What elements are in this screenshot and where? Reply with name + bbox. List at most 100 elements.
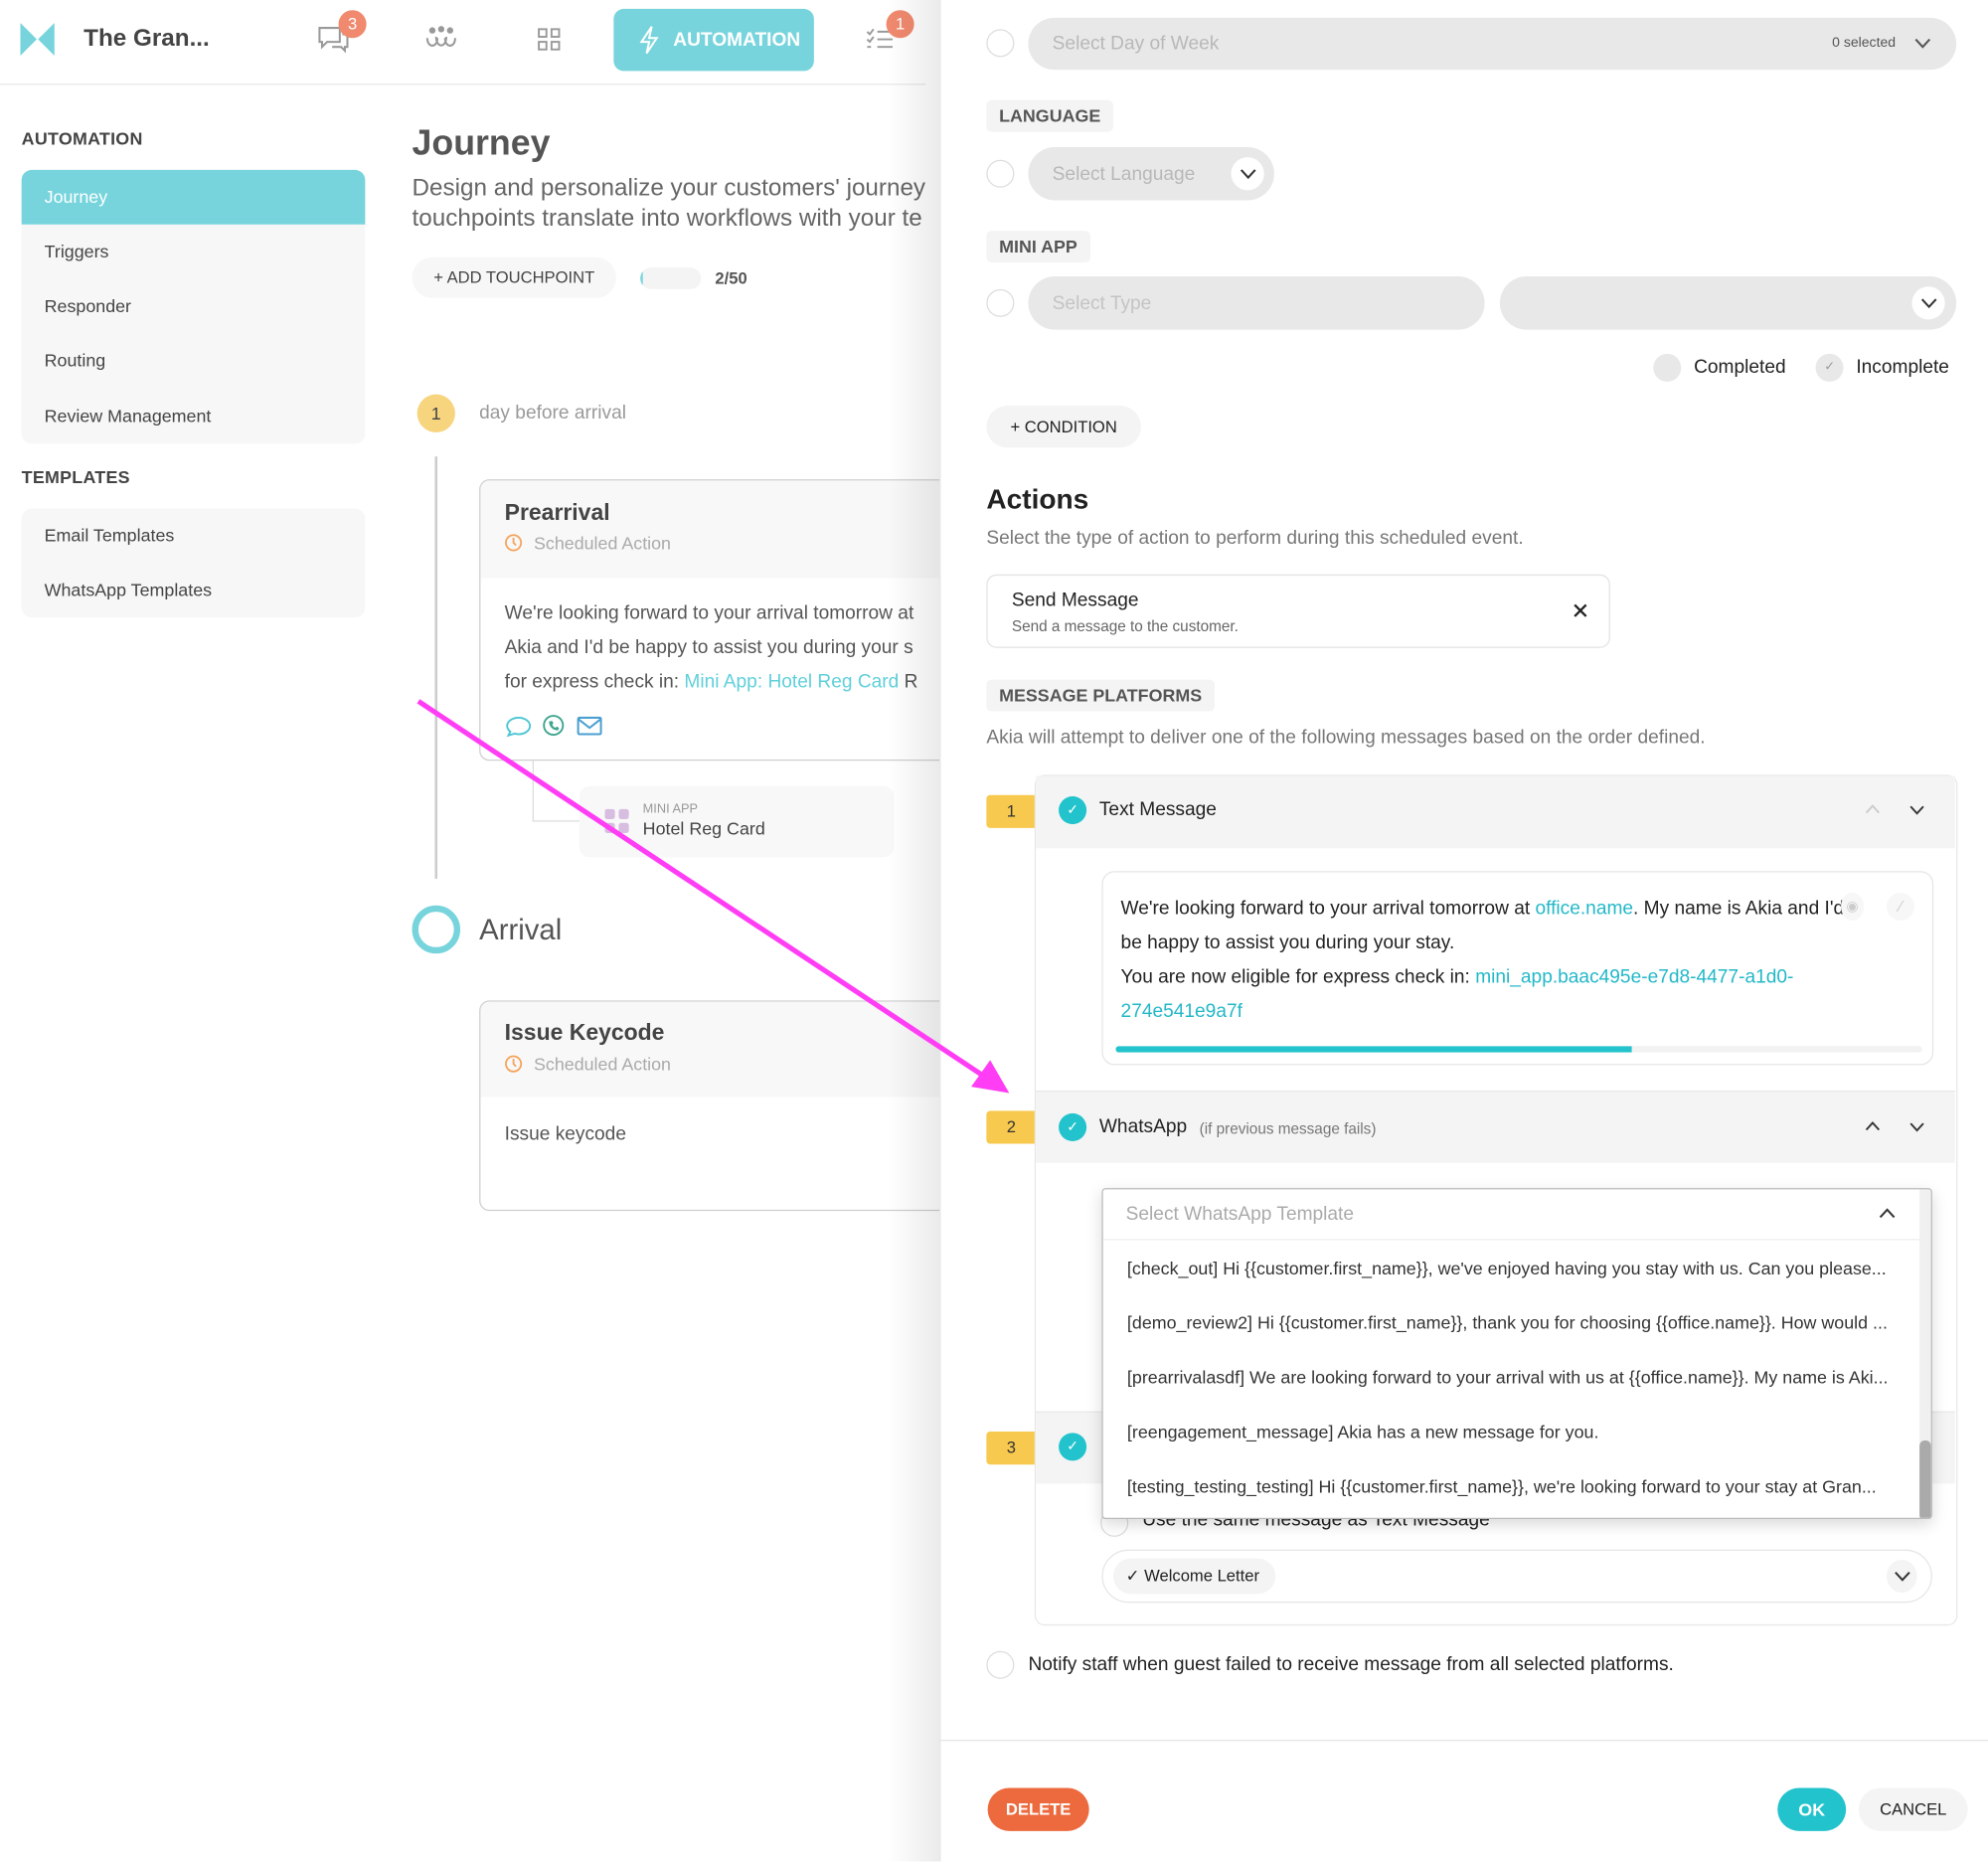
notify-staff-label: Notify staff when guest failed to receiv… bbox=[1028, 1653, 1674, 1675]
delete-button[interactable]: DELETE bbox=[987, 1787, 1089, 1831]
mini-app-name: Hotel Reg Card bbox=[642, 817, 765, 839]
step-label: day before arrival bbox=[479, 402, 626, 424]
dropdown-scrollbar[interactable] bbox=[1919, 1189, 1931, 1518]
day-of-week-checkbox[interactable] bbox=[986, 29, 1015, 58]
actions-subtitle: Select the type of action to perform dur… bbox=[986, 527, 1524, 550]
template-option[interactable]: [demo_review2] Hi {{customer.first_name}… bbox=[1127, 1312, 1888, 1332]
mini-app-link[interactable]: Mini App: Hotel Reg Card bbox=[684, 671, 899, 693]
cancel-button[interactable]: CANCEL bbox=[1858, 1787, 1968, 1831]
notify-staff-checkbox[interactable] bbox=[986, 1650, 1015, 1679]
automation-nav-button[interactable]: AUTOMATION bbox=[613, 8, 814, 72]
page-description-line1: Design and personalize your customers' j… bbox=[412, 175, 926, 202]
clock-icon bbox=[505, 534, 523, 552]
send-message-action[interactable]: Send Message Send a message to the custo… bbox=[986, 574, 1610, 648]
whatsapp-icon bbox=[543, 715, 565, 737]
template-option[interactable]: [prearrivalasdf] We are looking forward … bbox=[1127, 1367, 1889, 1387]
language-select[interactable]: Select Language bbox=[1028, 146, 1274, 201]
message-platforms-tag: MESSAGE PLATFORMS bbox=[986, 679, 1215, 712]
preview-icon[interactable]: ◉ bbox=[1841, 892, 1864, 922]
message-line: We're looking forward to your arrival to… bbox=[1121, 898, 1845, 920]
sidebar-item-whatsapp-templates[interactable]: WhatsApp Templates bbox=[22, 563, 366, 617]
add-condition-button[interactable]: + CONDITION bbox=[986, 406, 1141, 448]
dropdown-header[interactable]: Select WhatsApp Template bbox=[1102, 1189, 1921, 1241]
automation-menu: Journey Triggers Responder Routing Revie… bbox=[21, 169, 366, 444]
footer-divider bbox=[939, 1739, 1988, 1742]
email-icon bbox=[577, 716, 602, 736]
card-body-line: for express check in: Mini App: Hotel Re… bbox=[505, 671, 918, 693]
sidebar-item-triggers[interactable]: Triggers bbox=[22, 225, 366, 279]
logo-icon[interactable] bbox=[20, 22, 55, 57]
chevron-down-icon bbox=[1911, 286, 1945, 320]
mini-app-label: MINI APP bbox=[642, 802, 698, 817]
move-up-icon[interactable] bbox=[1865, 1121, 1881, 1131]
arrival-label: Arrival bbox=[479, 913, 563, 946]
magic-wand-icon[interactable]: ⁄ bbox=[1886, 892, 1915, 922]
message-length-fill bbox=[1115, 1046, 1632, 1053]
incomplete-label: Incomplete bbox=[1856, 356, 1949, 379]
dropdown-placeholder: Select WhatsApp Template bbox=[1125, 1203, 1355, 1226]
select-placeholder: Select Day of Week bbox=[1052, 33, 1220, 55]
close-icon[interactable] bbox=[1574, 603, 1587, 617]
touchpoint-progress bbox=[640, 267, 702, 289]
move-down-icon[interactable] bbox=[1909, 805, 1924, 815]
platform-enabled-checkbox[interactable]: ✓ bbox=[1059, 1433, 1087, 1461]
people-icon[interactable] bbox=[423, 26, 459, 54]
sidebar-item-routing[interactable]: Routing bbox=[22, 333, 366, 388]
text: for express check in: bbox=[504, 670, 685, 693]
mini-app-checkbox[interactable] bbox=[986, 288, 1015, 317]
move-up-icon[interactable] bbox=[1865, 804, 1881, 814]
platform-enabled-checkbox[interactable]: ✓ bbox=[1059, 1112, 1087, 1141]
variable-link[interactable]: office.name bbox=[1535, 898, 1633, 920]
day-of-week-select[interactable]: Select Day of Week 0 selected bbox=[1028, 17, 1957, 71]
mini-app-card[interactable]: MINI APP Hotel Reg Card bbox=[579, 785, 895, 858]
platform-order: 2 bbox=[986, 1110, 1035, 1144]
templates-menu: Email Templates WhatsApp Templates bbox=[21, 508, 366, 618]
sidebar-item-review-management[interactable]: Review Management bbox=[22, 390, 366, 444]
card-body: Issue keycode bbox=[504, 1123, 626, 1145]
issue-keycode-card[interactable]: Issue Keycode Scheduled Action Issue key… bbox=[479, 1000, 949, 1212]
scrollbar-thumb[interactable] bbox=[1919, 1439, 1931, 1518]
whatsapp-template-dropdown[interactable]: Select WhatsApp Template [check_out] Hi … bbox=[1101, 1188, 1932, 1520]
text-message-editor[interactable]: We're looking forward to your arrival to… bbox=[1101, 871, 1934, 1066]
sidebar-item-email-templates[interactable]: Email Templates bbox=[22, 508, 366, 563]
connector-line bbox=[532, 761, 580, 822]
selected-template-chip[interactable]: ✓ Welcome Letter bbox=[1112, 1558, 1276, 1595]
action-title: Send Message bbox=[1011, 590, 1139, 611]
message-line: You are now eligible for express check i… bbox=[1121, 966, 1794, 988]
completed-radio[interactable] bbox=[1653, 353, 1682, 382]
platform-order: 1 bbox=[986, 794, 1035, 828]
variable-link[interactable]: mini_app.baac495e-e7d8-4477-a1d0- bbox=[1475, 966, 1793, 988]
mini-app-type-select[interactable]: Select Type bbox=[1028, 276, 1485, 330]
card-subtitle: Scheduled Action bbox=[533, 532, 672, 554]
email-template-select[interactable]: ✓ Welcome Letter bbox=[1101, 1549, 1932, 1604]
page-title: Journey bbox=[412, 122, 551, 163]
template-option[interactable]: [reengagement_message] Akia has a new me… bbox=[1127, 1422, 1598, 1441]
grid-icon[interactable] bbox=[538, 28, 561, 51]
sidebar-item-responder[interactable]: Responder bbox=[22, 279, 366, 334]
sidebar-heading-templates: TEMPLATES bbox=[21, 466, 130, 487]
message-length-bar bbox=[1115, 1046, 1922, 1053]
sidebar-heading-automation: AUTOMATION bbox=[21, 127, 143, 149]
platform-enabled-checkbox[interactable]: ✓ bbox=[1059, 796, 1087, 825]
template-option[interactable]: [testing_testing_testing] Hi {{customer.… bbox=[1127, 1476, 1877, 1496]
mini-app-select[interactable] bbox=[1499, 276, 1957, 330]
ok-button[interactable]: OK bbox=[1777, 1787, 1847, 1831]
sidebar-item-journey[interactable]: Journey bbox=[21, 169, 366, 225]
language-checkbox[interactable] bbox=[986, 159, 1015, 188]
message-line: be happy to assist you during your stay. bbox=[1120, 931, 1455, 954]
text: . My name is Akia and I'd bbox=[1633, 898, 1845, 920]
incomplete-radio[interactable]: ✓ bbox=[1815, 353, 1844, 382]
touchpoint-count: 2/50 bbox=[715, 268, 747, 288]
variable-link[interactable]: 274e541e9a7f bbox=[1121, 1000, 1242, 1022]
move-down-icon[interactable] bbox=[1909, 1122, 1924, 1132]
card-title: Issue Keycode bbox=[504, 1019, 665, 1046]
language-tag: LANGUAGE bbox=[986, 99, 1114, 132]
template-option[interactable]: [check_out] Hi {{customer.first_name}}, … bbox=[1127, 1258, 1887, 1277]
mini-app-tag: MINI APP bbox=[986, 231, 1090, 263]
add-touchpoint-button[interactable]: + ADD TOUCHPOINT bbox=[412, 256, 616, 298]
arrival-step-marker bbox=[412, 905, 461, 954]
step-number: 1 bbox=[416, 394, 455, 432]
prearrival-card[interactable]: Prearrival Scheduled Action We're lookin… bbox=[479, 479, 949, 762]
timeline-line bbox=[434, 456, 437, 879]
card-subtitle: Scheduled Action bbox=[533, 1053, 672, 1075]
